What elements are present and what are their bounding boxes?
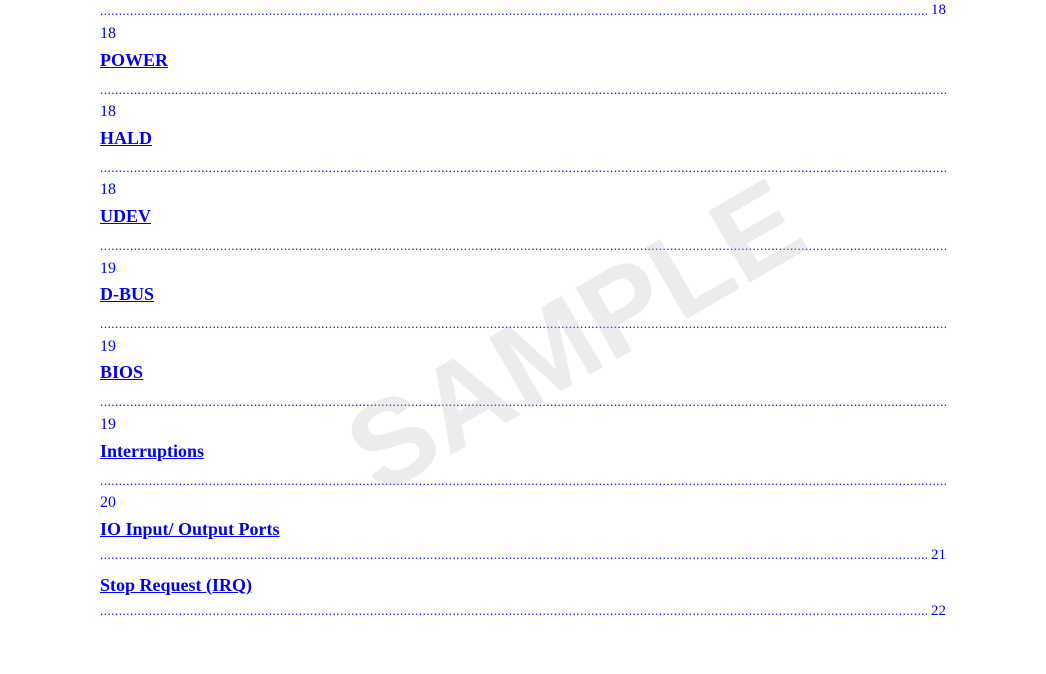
dots-fill: ........................................…	[100, 3, 927, 19]
dots-line-before-hald: ........................................…	[100, 82, 946, 98]
dots-fill: ........................................…	[100, 473, 946, 489]
dots-line-before-dbus: ........................................…	[100, 238, 946, 254]
toc-title-bios[interactable]: BIOS	[100, 359, 946, 386]
toc-entry-stop-request: Stop Request (IRQ) .....................…	[100, 572, 946, 620]
page-number-bios[interactable]: 19	[100, 334, 946, 360]
page-number-hald[interactable]: 18	[100, 99, 946, 125]
toc-container: ........................................…	[0, 2, 1046, 648]
toc-title-power[interactable]: POWER	[100, 47, 946, 74]
dots-line-after-stop: ........................................…	[100, 603, 946, 620]
dots-line-after-io: ........................................…	[100, 547, 946, 564]
dots-fill: ........................................…	[100, 160, 946, 176]
toc-entry-power: ........................................…	[100, 2, 946, 74]
dots-fill: ........................................…	[100, 603, 927, 619]
dots-line-before-io: ........................................…	[100, 473, 946, 489]
toc-title-hald[interactable]: HALD	[100, 125, 946, 152]
page-number-power[interactable]: 18	[100, 21, 946, 47]
toc-title-stop-request[interactable]: Stop Request (IRQ)	[100, 572, 946, 599]
dots-fill: ........................................…	[100, 82, 946, 98]
toc-title-dbus[interactable]: D-BUS	[100, 281, 946, 308]
dots-line-before-bios: ........................................…	[100, 316, 946, 332]
page-num-after-io: 21	[931, 547, 946, 564]
dots-line-before-udev: ........................................…	[100, 160, 946, 176]
page-number-io[interactable]: 20	[100, 490, 946, 516]
page-number-udev[interactable]: 18	[100, 177, 946, 203]
page-num-after-stop: 22	[931, 603, 946, 620]
toc-entry-dbus: ........................................…	[100, 238, 946, 308]
dots-line-before-interruptions: ........................................…	[100, 394, 946, 410]
toc-title-io[interactable]: IO Input/ Output Ports	[100, 516, 946, 543]
page-num-before-power: 18	[931, 2, 946, 19]
dots-fill: ........................................…	[100, 238, 946, 254]
toc-entry-hald: ........................................…	[100, 82, 946, 152]
toc-title-interruptions[interactable]: Interruptions	[100, 438, 946, 465]
page-number-interruptions[interactable]: 19	[100, 412, 946, 438]
dots-line-before-power: ........................................…	[100, 2, 946, 19]
dots-fill: ........................................…	[100, 547, 927, 563]
toc-entry-io-ports: ........................................…	[100, 473, 946, 564]
toc-entry-bios: ........................................…	[100, 316, 946, 386]
toc-entry-interruptions: ........................................…	[100, 394, 946, 464]
toc-title-udev[interactable]: UDEV	[100, 203, 946, 230]
dots-fill: ........................................…	[100, 316, 946, 332]
dots-fill: ........................................…	[100, 394, 946, 410]
toc-entry-udev: ........................................…	[100, 160, 946, 230]
page-number-dbus[interactable]: 19	[100, 256, 946, 282]
